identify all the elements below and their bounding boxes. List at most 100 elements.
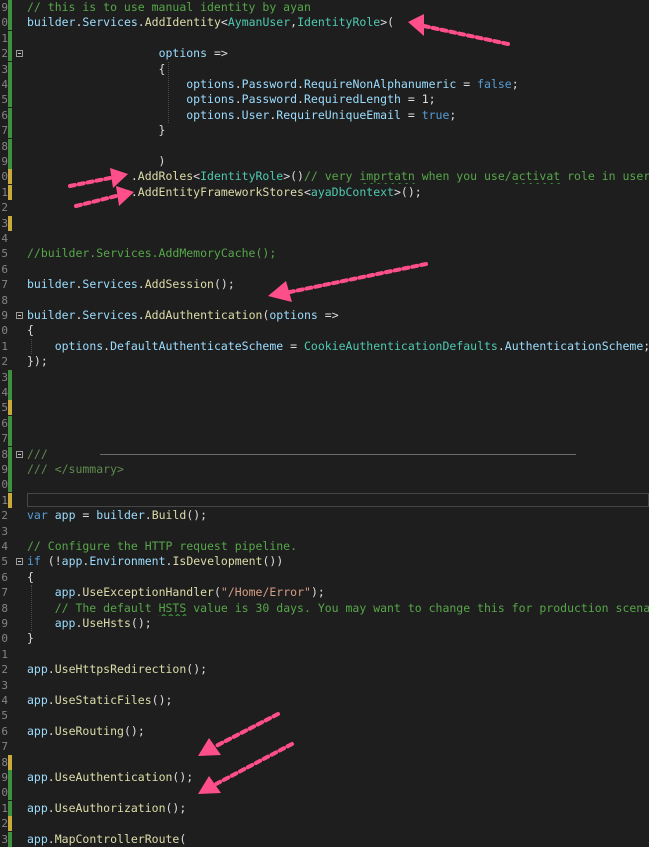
code-token: < (220, 15, 228, 30)
line-number: 9 (1, 155, 8, 168)
code-line[interactable]: 8 (0, 293, 649, 308)
code-token: ; (511, 77, 519, 91)
code-line[interactable]: 0 builder.Services.AddIdentity<AymanUser,… (0, 15, 649, 31)
code-line[interactable]: 9 app.UseHsts(); (0, 616, 649, 631)
line-number: 7 (1, 278, 8, 292)
code-line[interactable]: 5 //builder.Services.AddMemoryCache(); (0, 246, 649, 261)
code-line[interactable]: 2 (0, 200, 649, 215)
code-line[interactable]: 4 app.UseStaticFiles(); (0, 693, 649, 708)
code-token: { (27, 569, 34, 584)
code-token: }); (27, 354, 48, 369)
code-text: app.MapControllerRoute( (27, 832, 186, 847)
code-line[interactable]: 1 (0, 30, 649, 46)
code-line[interactable]: 8 // The default HSTS value is 30 days. … (0, 601, 649, 616)
code-line[interactable]: 3 (0, 369, 649, 385)
code-line[interactable]: 9 app.UseAuthentication(); (0, 770, 649, 785)
code-text: /// (27, 447, 55, 462)
code-token: . (137, 277, 145, 292)
code-line[interactable]: 2 options => (0, 46, 649, 62)
code-line[interactable]: 2 (0, 816, 649, 832)
code-token: => (207, 46, 228, 61)
line-number: 3 (1, 832, 8, 846)
code-line[interactable]: 1 .AddEntityFrameworkStores<ayaDbContext… (0, 184, 649, 200)
code-line[interactable]: 9 ) (0, 154, 649, 169)
code-token: ); (310, 585, 325, 600)
code-line[interactable]: 1 options. DefaultAuthenticateScheme = Co… (0, 339, 649, 354)
code-token: UseHttpsRedirection (54, 662, 187, 677)
code-line[interactable]: 4 // Configure the HTTP request pipeline. (0, 539, 649, 554)
code-line[interactable]: 8 (0, 754, 649, 770)
code-line[interactable]: 7 (0, 431, 649, 447)
code-line[interactable]: 2}); (0, 354, 649, 369)
change-indicator-green (8, 369, 12, 385)
code-token: (! (40, 554, 62, 569)
collapse-icon[interactable] (16, 312, 23, 319)
code-token: >() (283, 169, 304, 184)
code-text: var app = builder.Build(); (27, 508, 207, 523)
code-line[interactable]: 9 /// </summary> (0, 462, 649, 477)
code-line[interactable]: 3 app.MapControllerRoute( (0, 831, 649, 847)
code-editor[interactable]: 9 // this is to use manual identity by ay… (0, 0, 649, 847)
code-line[interactable]: 9 builder.Services.AddAuthentication(opti… (0, 308, 649, 323)
doc-comment-separator (100, 453, 576, 455)
code-line[interactable]: 6{ (0, 570, 649, 585)
line-number: 5 (1, 93, 8, 107)
line-number: 4 (1, 78, 8, 91)
code-line[interactable]: 7 builder.Services.AddSession(); (0, 277, 649, 292)
code-line[interactable]: 7 } (0, 123, 649, 139)
code-line[interactable]: 0 (0, 785, 649, 801)
code-line[interactable]: 0{ (0, 323, 649, 338)
code-token: . (47, 662, 55, 677)
code-line[interactable]: 5 if (!app.Environment.IsDevelopment()) (0, 554, 649, 569)
code-line[interactable]: 5 options.Password.RequiredLength = 1; (0, 92, 649, 108)
code-line[interactable]: 4 (0, 231, 649, 246)
code-line[interactable]: 6 options.User.RequireUniqueEmail = true… (0, 107, 649, 123)
code-token: role in user (560, 169, 649, 184)
code-text: .AddRoles<IdentityRole>()// very imprtat… (27, 169, 649, 184)
line-number: 8 (1, 293, 8, 307)
code-line[interactable]: 3 (0, 215, 649, 231)
change-indicator-yellow (8, 169, 12, 185)
code-token: app (27, 831, 48, 846)
current-line-highlight (27, 492, 649, 507)
code-line[interactable]: 5 (0, 708, 649, 723)
code-line[interactable]: 3 (0, 678, 649, 693)
code-line[interactable]: 2 app.UseHttpsRedirection(); (0, 662, 649, 677)
code-line[interactable]: 6 (0, 262, 649, 277)
code-line[interactable]: 3 (0, 524, 649, 539)
code-token: var (27, 508, 48, 523)
line-number: 2 (1, 663, 8, 677)
code-line[interactable]: 8 (0, 138, 649, 154)
code-token: . (137, 308, 145, 322)
code-text: } (27, 631, 34, 646)
code-line[interactable]: 9 // this is to use manual identity by ay… (0, 0, 649, 15)
code-line[interactable]: 5 (0, 400, 649, 416)
code-text: { (27, 570, 34, 585)
code-line[interactable]: 4 (0, 385, 649, 400)
code-line[interactable]: 0 .AddRoles<IdentityRole>()// very imprt… (0, 169, 649, 185)
code-line[interactable]: 7 (0, 739, 649, 754)
code-line[interactable]: 1 (0, 647, 649, 662)
code-token: . (47, 831, 55, 846)
collapse-icon[interactable] (16, 558, 23, 566)
code-token: (); (186, 662, 208, 677)
code-token: Environment (89, 554, 166, 569)
code-line[interactable]: 7 app.UseExceptionHandler("/Home/Error")… (0, 585, 649, 600)
code-line[interactable]: 0 (0, 477, 649, 493)
line-number: 0 (1, 478, 8, 492)
code-line[interactable]: 2 var app = builder.Build(); (0, 508, 649, 523)
collapse-icon[interactable] (16, 50, 23, 58)
change-indicator-green (8, 77, 12, 92)
code-line[interactable]: 6 app.UseRouting(); (0, 724, 649, 739)
code-line[interactable]: 4 options.Password.RequireNonAlphanumeri… (0, 77, 649, 92)
code-text: ) (27, 154, 166, 169)
code-token: app (54, 616, 76, 630)
code-line[interactable]: 6 (0, 415, 649, 431)
collapse-icon[interactable] (16, 450, 23, 458)
code-line[interactable]: 1 app.UseAuthorization(); (0, 800, 649, 816)
code-line[interactable]: 0} (0, 631, 649, 646)
code-text: { (27, 62, 166, 77)
code-line[interactable]: 3 { (0, 61, 649, 77)
